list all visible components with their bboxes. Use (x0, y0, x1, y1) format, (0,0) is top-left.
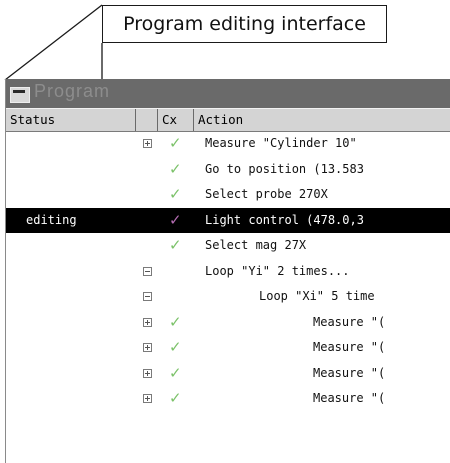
step-action: Loop "Xi" 5 time (259, 289, 375, 303)
callout-label: Program editing interface (102, 5, 387, 43)
collapse-icon[interactable] (143, 266, 152, 276)
step-action: Measure "Cylinder 10" (205, 136, 357, 150)
check-icon[interactable]: ✓ (169, 211, 182, 229)
program-window-icon (10, 87, 30, 103)
expand-icon[interactable] (143, 394, 152, 403)
check-icon[interactable]: ✓ (169, 364, 182, 382)
program-step-row[interactable]: ✓ Measure "( (6, 335, 450, 361)
step-status: editing (26, 212, 77, 227)
program-step-row[interactable]: ✓ Measure "( (6, 310, 450, 336)
column-header-status[interactable]: Status (6, 109, 136, 131)
check-icon[interactable]: ✓ (169, 134, 182, 152)
check-icon[interactable]: ✓ (169, 338, 182, 356)
program-step-list: ✓ Measure "Cylinder 10" ✓ Go to position (1… (6, 131, 450, 412)
program-window: Program Status Cx Action ✓ Measure "Cylin… (5, 79, 450, 463)
check-icon[interactable]: ✓ (169, 185, 182, 203)
expand-icon[interactable] (143, 317, 152, 327)
step-action: Select mag 27X (205, 238, 307, 252)
column-header: Status Cx Action (6, 108, 450, 132)
program-step-row[interactable]: Loop "Xi" 5 time (6, 284, 450, 310)
column-header-cx[interactable]: Cx (158, 109, 194, 131)
program-step-row[interactable]: ✓ Measure "Cylinder 10" (6, 131, 450, 157)
check-icon[interactable]: ✓ (169, 313, 182, 331)
step-action: Loop "Yi" 2 times... (205, 263, 350, 278)
step-action: Measure "( (313, 314, 386, 329)
check-icon[interactable]: ✓ (169, 389, 182, 407)
program-step-row[interactable]: Loop "Yi" 2 times... (6, 259, 450, 285)
expand-icon[interactable] (143, 368, 152, 378)
step-action: Measure "( (313, 391, 386, 405)
expand-icon[interactable] (143, 343, 152, 352)
program-step-row[interactable]: ✓ Measure "( (6, 361, 450, 387)
step-action: Light control (478.0,3 (205, 212, 364, 227)
title-bar[interactable]: Program (6, 79, 450, 108)
check-icon[interactable]: ✓ (169, 236, 182, 254)
program-step-row[interactable]: ✓ Select mag 27X (6, 233, 450, 259)
program-step-row[interactable]: ✓ Measure "( (6, 386, 450, 412)
collapse-icon[interactable] (143, 292, 152, 301)
step-action: Select probe 270X (205, 187, 328, 201)
check-icon[interactable]: ✓ (169, 160, 182, 178)
column-header-action[interactable]: Action (194, 109, 450, 131)
step-action: Measure "( (313, 365, 386, 380)
step-action: Measure "( (313, 340, 386, 354)
program-step-row[interactable]: ✓ Go to position (13.583 (6, 157, 450, 183)
step-action: Go to position (13.583 (205, 161, 364, 176)
program-step-row[interactable]: ✓ Select probe 270X (6, 182, 450, 208)
program-step-row[interactable]: editing ✓ Light control (478.0,3 (6, 207, 450, 233)
expand-icon[interactable] (143, 139, 152, 148)
window-title: Program (34, 81, 111, 101)
column-header-expander[interactable] (136, 109, 158, 131)
